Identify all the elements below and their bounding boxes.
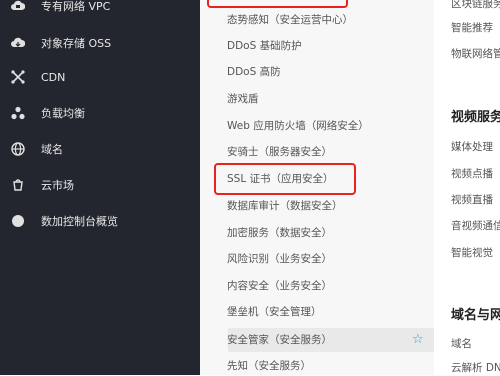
cdn-icon xyxy=(11,70,25,84)
menu-item-encryption[interactable]: 加密服务（数据安全） xyxy=(227,223,332,243)
sidebar-item-data-console[interactable]: 数加控制台概览 xyxy=(0,209,200,233)
sidebar-item-label: CDN xyxy=(41,70,66,84)
dot-icon xyxy=(11,214,25,228)
menu-item-domain[interactable]: 域名 xyxy=(451,336,472,351)
sidebar-item-label: 专有网络 VPC xyxy=(41,0,111,13)
menu-item-db-audit[interactable]: 数据库审计（数据安全） xyxy=(227,196,343,216)
vpc-cloud-icon xyxy=(11,0,25,13)
menu-item-dns[interactable]: 云解析 DN xyxy=(451,360,500,375)
menu-item-ddos-basic[interactable]: DDoS 基础防护 xyxy=(227,36,302,56)
menu-item-content-security[interactable]: 内容安全（业务安全） xyxy=(227,276,332,296)
sidebar-item-slb[interactable]: 负载均衡 xyxy=(0,101,200,125)
sidebar-item-market[interactable]: 云市场 xyxy=(0,173,200,197)
menu-item-security-butler[interactable]: 安全管家（安全服务） xyxy=(227,330,332,350)
sidebar-item-cdn[interactable]: CDN xyxy=(0,65,200,89)
sidebar-item-vpc[interactable]: 专有网络 VPC xyxy=(0,0,200,18)
load-balance-icon xyxy=(11,106,25,120)
oss-cloud-icon xyxy=(11,36,25,50)
menu-item-xianzhi[interactable]: 先知（安全服务） xyxy=(227,356,311,376)
menu-item-iot-network[interactable]: 物联网络管 xyxy=(451,46,500,61)
sidebar-item-label: 对象存储 OSS xyxy=(41,37,112,50)
globe-icon xyxy=(11,142,25,156)
menu-item-vod[interactable]: 视频点播 xyxy=(451,166,493,181)
sidebar-item-label: 数加控制台概览 xyxy=(41,215,118,228)
menu-item-game-shield[interactable]: 游戏盾 xyxy=(227,89,259,109)
menu-item-blockchain[interactable]: 区块链服务 xyxy=(451,0,500,11)
menu-item-risk-identification[interactable]: 风险识别（业务安全） xyxy=(227,249,332,269)
menu-item-bastion-host[interactable]: 堡垒机（安全管理） xyxy=(227,302,322,322)
sidebar-item-label: 云市场 xyxy=(41,179,74,192)
right-product-column: 区块链服务 智能推荐 物联网络管 视频服务 媒体处理 视频点播 视频直播 音视频… xyxy=(434,0,500,375)
sidebar-item-label: 负载均衡 xyxy=(41,107,85,120)
red-highlight-box-ssl xyxy=(214,163,356,195)
menu-item-smart-recommend[interactable]: 智能推荐 xyxy=(451,20,493,35)
menu-item-waf[interactable]: Web 应用防火墙（网络安全） xyxy=(227,116,369,136)
menu-item-rtc[interactable]: 音视频通信 xyxy=(451,218,500,233)
section-heading-domain: 域名与网 xyxy=(451,308,500,323)
menu-item-smart-vision[interactable]: 智能视觉 xyxy=(451,245,493,260)
section-heading-video: 视频服务 xyxy=(451,110,500,125)
red-highlight-box-top xyxy=(207,0,348,8)
menu-item-media-processing[interactable]: 媒体处理 xyxy=(451,139,493,154)
sidebar-item-domain[interactable]: 域名 xyxy=(0,137,200,161)
menu-item-aegis[interactable]: 安骑士（服务器安全） xyxy=(227,142,332,162)
market-icon xyxy=(11,178,25,192)
menu-item-situation-awareness[interactable]: 态势感知（安全运营中心） xyxy=(227,10,353,30)
menu-item-ddos-pro[interactable]: DDoS 高防 xyxy=(227,62,281,82)
sidebar-item-oss[interactable]: 对象存储 OSS xyxy=(0,31,200,55)
favorite-star-icon[interactable]: ☆ xyxy=(412,331,424,349)
sidebar-item-label: 域名 xyxy=(41,143,63,156)
product-sidebar: 专有网络 VPC 对象存储 OSS CDN 负载均衡 域名 云市场 数加控制台概… xyxy=(0,0,200,375)
menu-item-live[interactable]: 视频直播 xyxy=(451,192,493,207)
